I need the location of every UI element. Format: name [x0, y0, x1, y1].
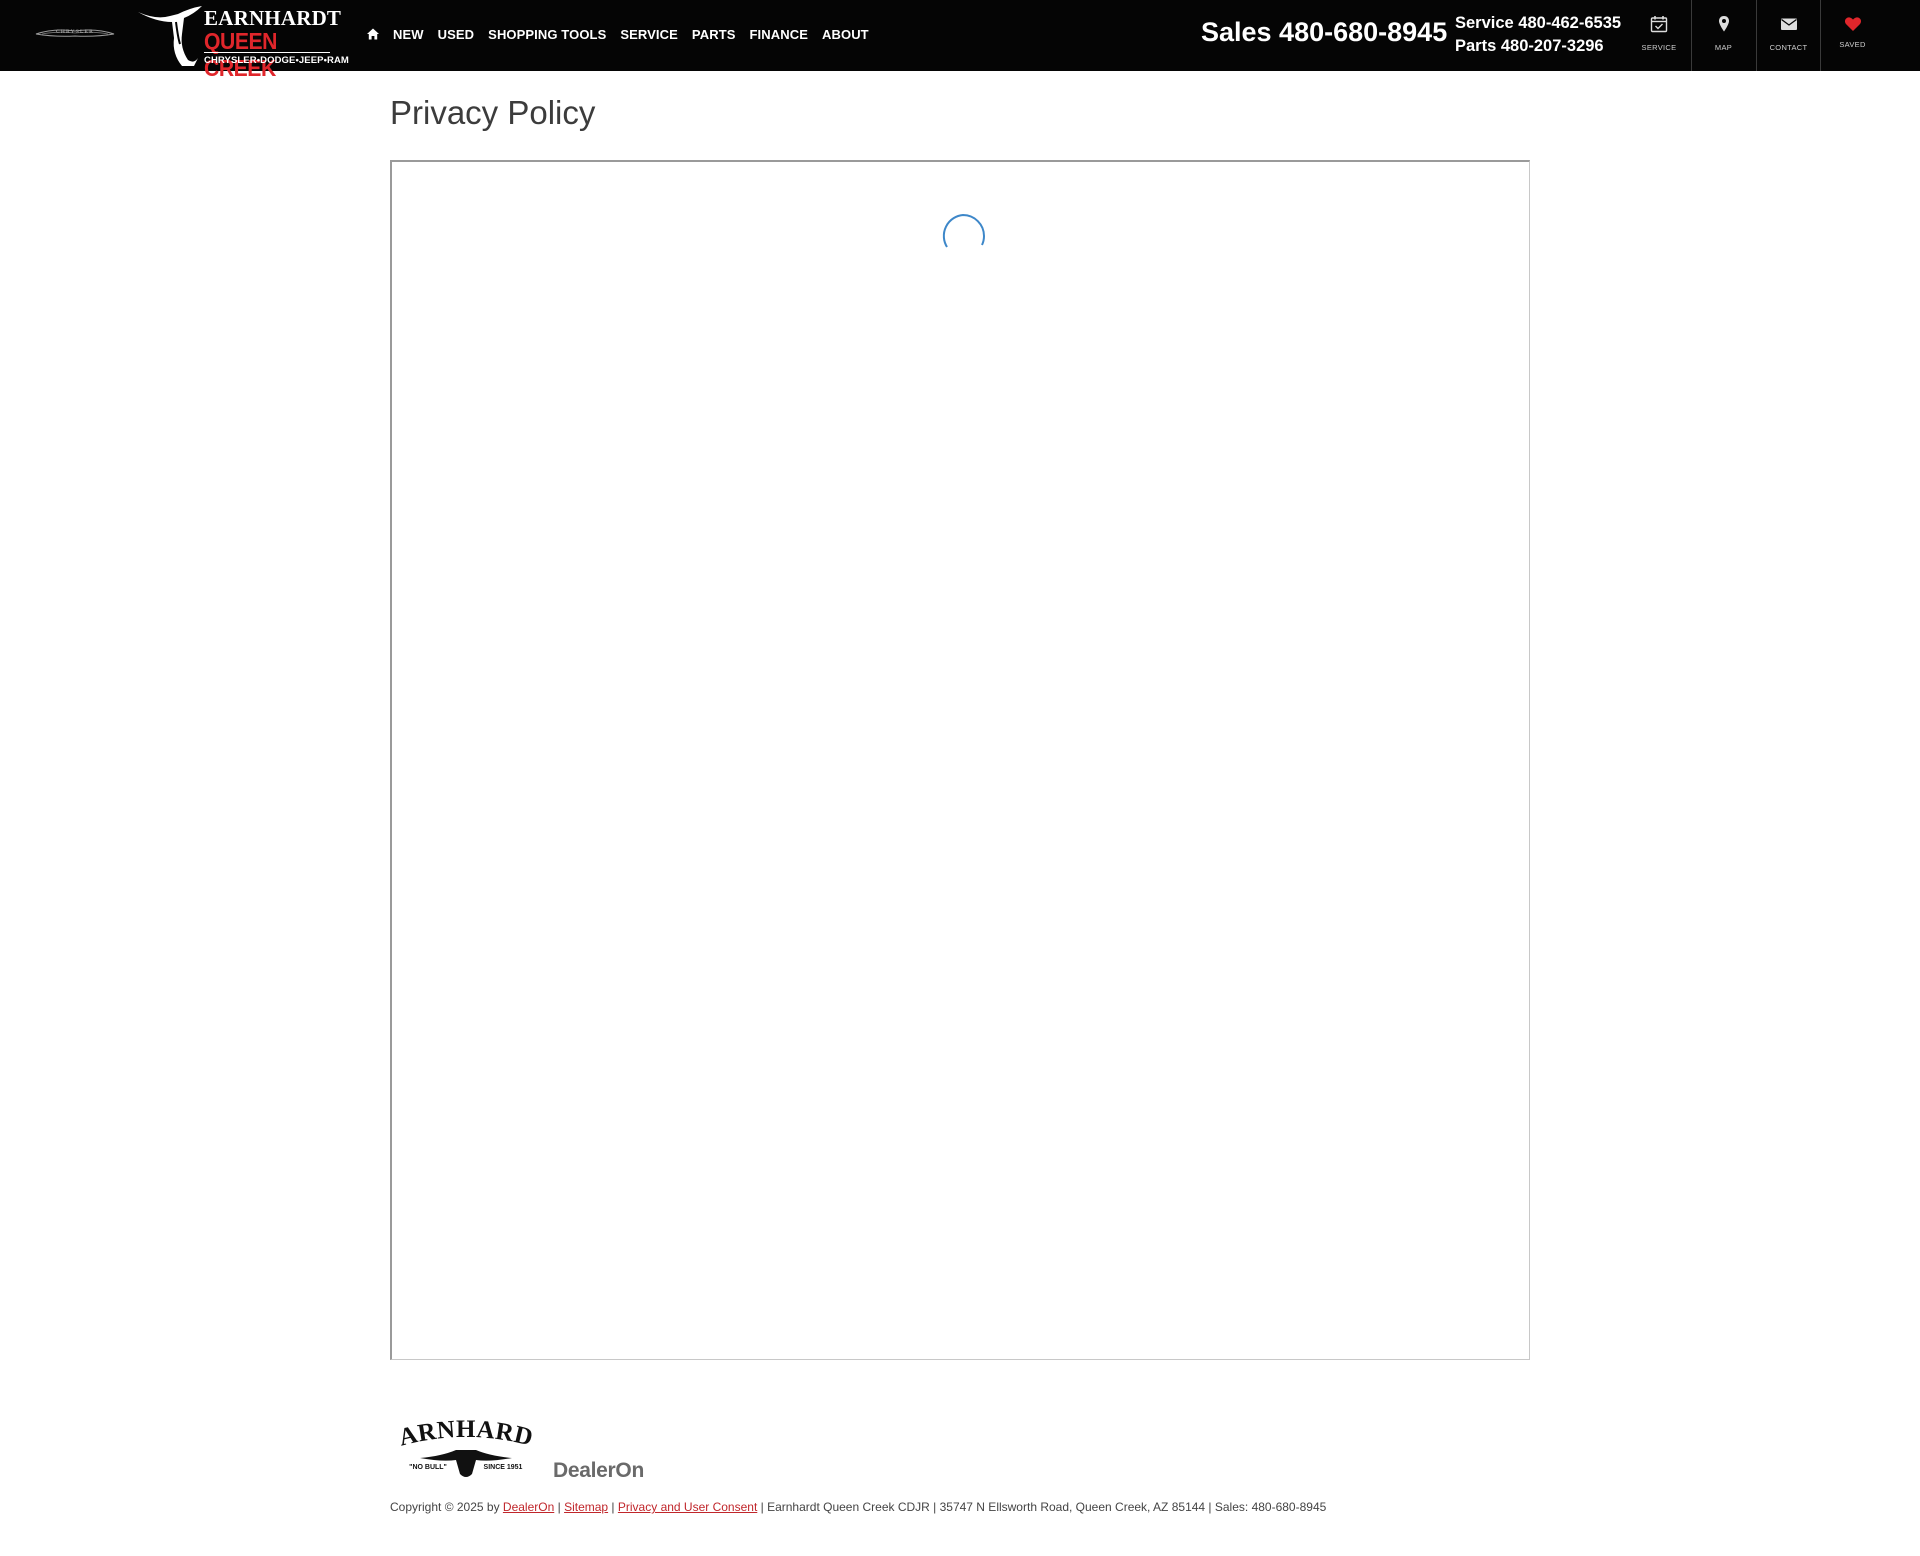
nav-item-shopping-tools[interactable]: SHOPPING TOOLS [488, 27, 606, 42]
copyright-separator: | [608, 1500, 618, 1514]
dealer-logo-line3: CHRYSLER•DODGE•JEEP•RAM [204, 55, 349, 66]
earnhardt-footer-logo[interactable]: EARNHARDT "NO BULL" SINCE 1951 [381, 1399, 542, 1478]
longhorn-skull-icon [138, 6, 202, 66]
nav-item-finance[interactable]: FINANCE [750, 27, 808, 42]
quick-link-saved[interactable]: SAVED [1820, 0, 1884, 71]
dealer-address: | Earnhardt Queen Creek CDJR | 35747 N E… [757, 1500, 1327, 1514]
nav-item-used[interactable]: USED [438, 27, 475, 42]
privacy-policy-iframe[interactable] [390, 160, 1530, 1360]
envelope-icon [1781, 18, 1797, 30]
quick-link-service[interactable]: SERVICE [1627, 0, 1691, 71]
quick-link-service-label: SERVICE [1641, 43, 1677, 52]
parts-phone[interactable]: Parts 480-207-3296 [1455, 35, 1621, 58]
chrysler-logo[interactable]: CHRYSLER [34, 22, 116, 46]
main-nav: NEW USED SHOPPING TOOLS SERVICE PARTS FI… [366, 24, 883, 44]
home-icon[interactable] [366, 27, 380, 41]
quick-link-map[interactable]: MAP [1691, 0, 1755, 71]
map-pin-icon [1719, 16, 1729, 32]
calendar-check-icon [1650, 16, 1668, 33]
dealeron-logo[interactable]: DealerOn [553, 1459, 644, 1483]
svg-text:SINCE 1951: SINCE 1951 [484, 1464, 523, 1471]
nav-item-new[interactable]: NEW [393, 27, 424, 42]
quick-link-contact-label: CONTACT [1769, 43, 1808, 52]
nav-item-about[interactable]: ABOUT [822, 27, 869, 42]
dealer-logo-divider [204, 52, 330, 53]
copyright-separator: | [554, 1500, 565, 1514]
svg-text:CHRYSLER: CHRYSLER [56, 29, 94, 35]
quick-link-saved-label: SAVED [1839, 40, 1866, 49]
quick-link-contact[interactable]: CONTACT [1756, 0, 1820, 71]
copyright-line: Copyright © 2025 by DealerOn | Sitemap |… [390, 1500, 1326, 1514]
nav-item-service[interactable]: SERVICE [620, 27, 678, 42]
sitemap-link[interactable]: Sitemap [564, 1500, 608, 1514]
copyright-prefix: Copyright © 2025 by [390, 1500, 503, 1514]
nav-item-parts[interactable]: PARTS [692, 27, 736, 42]
svg-text:EARNHARDT: EARNHARDT [390, 1420, 536, 1452]
service-phone[interactable]: Service 480-462-6535 [1455, 12, 1621, 35]
sales-phone[interactable]: Sales 480-680-8945 [1201, 17, 1447, 48]
heart-icon [1844, 17, 1862, 31]
service-parts-phones: Service 480-462-6535 Parts 480-207-3296 [1455, 12, 1621, 58]
dealer-logo[interactable]: EARNHARDT QUEEN CREEK CHRYSLER•DODGE•JEE… [136, 4, 349, 81]
privacy-consent-link[interactable]: Privacy and User Consent [618, 1500, 757, 1514]
site-header: CHRYSLER EARNHARDT QUEEN CREEK CHRYSLER•… [0, 0, 1920, 81]
page-title: Privacy Policy [390, 94, 596, 131]
dealeron-link[interactable]: DealerOn [503, 1500, 554, 1514]
quick-link-map-label: MAP [1714, 43, 1733, 52]
loading-spinner-icon [942, 213, 986, 248]
chrysler-wings-icon: CHRYSLER [35, 29, 115, 37]
earnhardt-longhorn-logo: EARNHARDT "NO BULL" SINCE 1951 [381, 1399, 536, 1477]
svg-text:"NO BULL": "NO BULL" [409, 1464, 447, 1471]
